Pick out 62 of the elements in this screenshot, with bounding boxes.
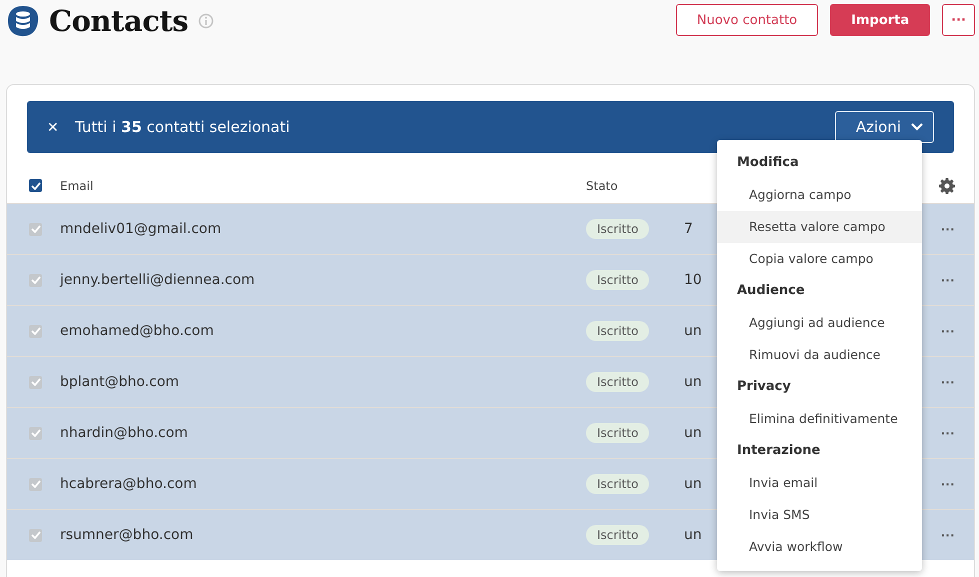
column-header: Email (60, 178, 94, 192)
email-cell-text: bplant@bho.com (60, 374, 180, 390)
email-cell-text: hcabrera@bho.com (60, 476, 198, 492)
row-checkbox[interactable] (29, 478, 42, 490)
row-checkbox[interactable] (29, 426, 42, 440)
row-more-button[interactable]: ··· (938, 425, 958, 441)
table-cell: 10 (684, 272, 702, 288)
menu-item[interactable]: Invia email (717, 467, 922, 499)
row-checkbox[interactable] (29, 222, 42, 236)
menu-item[interactable]: Elimina definitivamente (717, 403, 922, 435)
row-more-button[interactable]: ··· (938, 221, 958, 237)
table-cell: un (684, 323, 702, 339)
page-title: Contacts (49, 4, 188, 38)
email-cell-text: jenny.bertelli@diennea.com (60, 272, 256, 288)
row-checkbox[interactable] (29, 324, 42, 338)
menu-item[interactable]: Avvia workflow (717, 531, 922, 563)
status-badge: Iscritto (586, 474, 650, 494)
email-cell-text: nhardin@bho.com (60, 425, 189, 441)
email-cell-text: rsumner@bho.com (60, 527, 194, 543)
column-header: Stato (586, 178, 619, 192)
table-cell: 7 (684, 221, 693, 237)
menu-heading: Interazione (736, 442, 822, 460)
database-icon (6, 4, 40, 38)
row-more-button[interactable]: ··· (938, 323, 958, 339)
menu-item[interactable]: Aggiorna campo (717, 179, 922, 211)
row-more-button[interactable]: ··· (938, 527, 958, 543)
row-more-button[interactable]: ··· (938, 374, 958, 390)
status-badge: Iscritto (586, 423, 650, 443)
status-badge: Iscritto (586, 219, 650, 239)
status-badge: Iscritto (586, 525, 650, 545)
actions-button[interactable]: Azioni (834, 111, 934, 143)
row-checkbox[interactable] (29, 528, 42, 542)
status-badge: Iscritto (586, 321, 650, 341)
select-all-checkbox[interactable] (29, 179, 42, 192)
chevron-down-icon (911, 123, 923, 131)
new-contact-button[interactable]: Nuovo contatto (676, 4, 818, 36)
email-cell-text: emohamed@bho.com (60, 323, 215, 339)
status-badge: Iscritto (586, 372, 650, 392)
row-more-button[interactable]: ··· (938, 272, 958, 288)
menu-heading: Privacy (736, 378, 792, 396)
menu-item[interactable]: Invia SMS (717, 499, 922, 531)
row-more-button[interactable]: ··· (938, 476, 958, 492)
info-icon[interactable] (198, 13, 214, 29)
menu-item[interactable]: Aggiungi ad audience (717, 307, 922, 339)
close-button[interactable]: ✕ (47, 119, 59, 135)
table-cell: un (684, 476, 702, 492)
menu-heading: Audience (736, 282, 806, 300)
status-badge: Iscritto (586, 270, 650, 290)
menu-item[interactable]: Rimuovi da audience (717, 339, 922, 371)
table-cell: un (684, 527, 702, 543)
row-checkbox[interactable] (29, 376, 42, 388)
menu-heading: Modifica (736, 154, 800, 172)
table-cell: un (684, 374, 702, 390)
table-cell: un (684, 425, 702, 441)
settings-icon[interactable] (939, 178, 955, 194)
menu-item[interactable]: Copia valore campo (717, 243, 922, 275)
more-button[interactable]: ··· (942, 4, 975, 36)
menu-item[interactable]: Resetta valore campo (717, 211, 922, 243)
selection-text: Tutti i 35 contatti selezionati (75, 118, 291, 136)
email-cell-text: mndeliv01@gmail.com (60, 221, 222, 237)
row-checkbox[interactable] (29, 274, 42, 286)
import-button[interactable]: Importa (830, 4, 930, 36)
